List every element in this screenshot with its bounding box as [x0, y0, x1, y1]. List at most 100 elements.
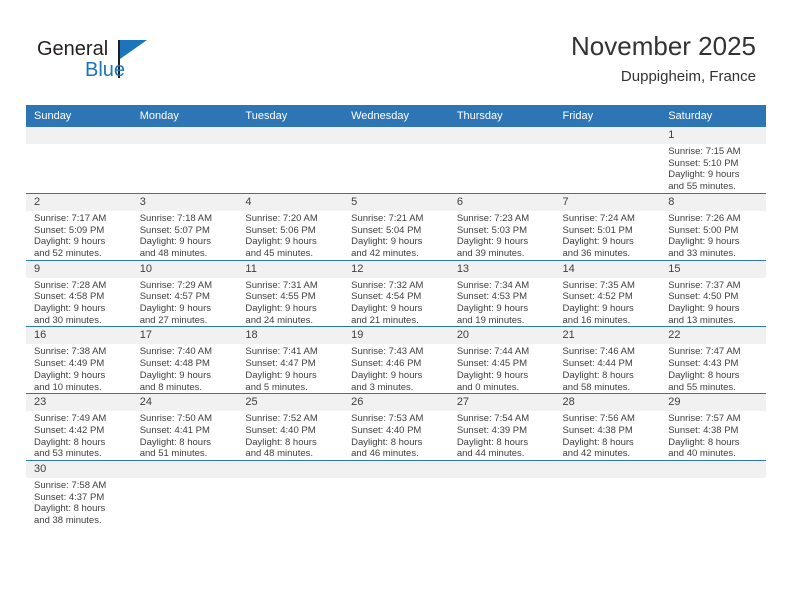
calendar-day-cell[interactable]: 8 Sunrise: 7:26 AM Sunset: 5:00 PM Daylight… — [660, 192, 766, 261]
day-detail-line: Sunrise: 7:54 AM — [456, 413, 530, 425]
day-cell-details: Sunrise: 7:43 AM Sunset: 4:46 PM Daylight:… — [343, 344, 449, 393]
calendar-day-cell[interactable]: 9 Sunrise: 7:28 AM Sunset: 4:58 PM Daylight… — [26, 259, 132, 327]
day-detail-line: and 36 minutes. — [562, 247, 631, 259]
day-detail-line: Daylight: 9 hours — [668, 169, 740, 181]
calendar-day-cell[interactable]: 4 Sunrise: 7:20 AM Sunset: 5:06 PM Daylight… — [237, 192, 344, 261]
calendar-day-cell[interactable]: 2 Sunrise: 7:17 AM Sunset: 5:09 PM Daylight… — [26, 192, 132, 261]
day-detail-line: Daylight: 9 hours — [139, 369, 211, 381]
calendar-day-cell[interactable]: 15 Sunrise: 7:37 AM Sunset: 4:50 PM Dayligh… — [660, 259, 766, 327]
day-cell-details: Sunrise: 7:26 AM Sunset: 5:00 PM Daylight:… — [660, 211, 766, 260]
calendar-day-cell[interactable]: 23 Sunrise: 7:49 AM Sunset: 4:42 PM Dayligh… — [26, 393, 132, 461]
day-cell-inner: 28 Sunrise: 7:56 AM Sunset: 4:38 PM Dayligh… — [554, 394, 661, 460]
calendar-day-cell[interactable]: 24 Sunrise: 7:50 AM Sunset: 4:41 PM Dayligh… — [131, 393, 238, 461]
day-detail-line: Sunset: 5:03 PM — [456, 224, 528, 236]
calendar-grid: Sunday Monday Tuesday Wednesday Thursday… — [26, 105, 766, 527]
calendar-week-row: 1 Sunrise: 7:15 AM Sunset: 5:10 PM Daylight… — [26, 127, 766, 194]
day-detail-line: Sunset: 4:49 PM — [34, 358, 105, 370]
day-cell-details: Sunrise: 7:49 AM Sunset: 4:42 PM Daylight:… — [26, 411, 132, 460]
day-detail-line: Daylight: 9 hours — [351, 236, 423, 248]
calendar-day-cell[interactable]: 30 Sunrise: 7:58 AM Sunset: 4:37 PM Dayligh… — [26, 460, 132, 527]
day-detail-line: Daylight: 9 hours — [456, 369, 529, 381]
day-cell-inner: 18 Sunrise: 7:41 AM Sunset: 4:47 PM Dayligh… — [237, 327, 344, 393]
day-cell-inner: 4 Sunrise: 7:20 AM Sunset: 5:06 PM Daylight… — [237, 193, 344, 260]
calendar-day-cell[interactable]: 21 Sunrise: 7:46 AM Sunset: 4:44 PM Dayligh… — [554, 326, 661, 394]
calendar-day-cell[interactable]: 26 Sunrise: 7:53 AM Sunset: 4:40 PM Dayligh… — [343, 393, 449, 461]
day-detail-line: Sunrise: 7:58 AM — [34, 480, 107, 492]
day-number: 30 — [26, 461, 132, 479]
day-detail-line: Sunset: 4:53 PM — [456, 291, 528, 303]
day-detail-line: Sunrise: 7:53 AM — [351, 413, 424, 425]
calendar-day-cell[interactable]: 19 Sunrise: 7:43 AM Sunset: 4:46 PM Dayligh… — [343, 326, 449, 394]
day-number — [237, 127, 344, 144]
day-detail-line: Daylight: 9 hours — [668, 236, 740, 248]
day-cell-inner: 13 Sunrise: 7:34 AM Sunset: 4:53 PM Dayligh… — [448, 260, 555, 327]
day-number: 26 — [343, 394, 449, 412]
day-cell-inner — [237, 461, 344, 527]
day-cell-details: Sunrise: 7:15 AM Sunset: 5:10 PM Daylight:… — [660, 144, 766, 193]
day-detail-line: Sunset: 5:09 PM — [34, 224, 105, 236]
day-detail-line: Sunset: 4:55 PM — [245, 291, 316, 303]
day-cell-details: Sunrise: 7:18 AM Sunset: 5:07 PM Daylight:… — [132, 211, 238, 260]
day-detail-line: and 53 minutes. — [34, 448, 102, 460]
calendar-day-cell[interactable]: 18 Sunrise: 7:41 AM Sunset: 4:47 PM Dayligh… — [237, 326, 344, 394]
calendar-day-cell[interactable]: 13 Sunrise: 7:34 AM Sunset: 4:53 PM Dayligh… — [448, 259, 555, 327]
day-number — [660, 461, 766, 479]
weekday-header-wednesday: Wednesday — [343, 105, 449, 127]
day-cell-details — [237, 144, 343, 146]
day-detail-line: and 21 minutes. — [351, 314, 419, 326]
calendar-empty-cell — [554, 460, 661, 527]
calendar-empty-cell — [343, 460, 449, 527]
day-detail-line: Sunset: 4:54 PM — [351, 291, 422, 303]
day-cell-details: Sunrise: 7:29 AM Sunset: 4:57 PM Daylight:… — [132, 278, 238, 327]
calendar-empty-cell — [448, 460, 555, 527]
calendar-empty-cell — [660, 460, 766, 527]
calendar-day-cell[interactable]: 16 Sunrise: 7:38 AM Sunset: 4:49 PM Dayligh… — [26, 326, 132, 394]
day-detail-line: Sunset: 4:50 PM — [668, 291, 739, 303]
day-number: 17 — [131, 327, 238, 345]
calendar-week-row: 2 Sunrise: 7:17 AM Sunset: 5:09 PM Daylight… — [26, 192, 766, 261]
calendar-day-cell[interactable]: 12 Sunrise: 7:32 AM Sunset: 4:54 PM Dayligh… — [343, 259, 449, 327]
day-number — [448, 461, 555, 479]
day-cell-inner: 19 Sunrise: 7:43 AM Sunset: 4:46 PM Dayligh… — [343, 327, 449, 393]
day-detail-line: Sunset: 5:01 PM — [562, 224, 633, 236]
day-detail-line: Sunset: 4:57 PM — [139, 291, 210, 303]
day-number — [554, 127, 661, 144]
day-detail-line: and 51 minutes. — [139, 448, 208, 460]
day-cell-inner: 11 Sunrise: 7:31 AM Sunset: 4:55 PM Dayligh… — [237, 260, 344, 327]
calendar-day-cell[interactable]: 6 Sunrise: 7:23 AM Sunset: 5:03 PM Daylight… — [448, 192, 555, 261]
day-cell-details: Sunrise: 7:37 AM Sunset: 4:50 PM Daylight:… — [660, 278, 766, 327]
day-detail-line: and 55 minutes. — [668, 381, 736, 393]
calendar-day-cell[interactable]: 25 Sunrise: 7:52 AM Sunset: 4:40 PM Dayligh… — [237, 393, 344, 461]
calendar-day-cell[interactable]: 20 Sunrise: 7:44 AM Sunset: 4:45 PM Dayligh… — [448, 326, 555, 394]
calendar-day-cell[interactable]: 22 Sunrise: 7:47 AM Sunset: 4:43 PM Dayligh… — [660, 326, 766, 394]
day-number: 12 — [343, 260, 449, 278]
day-detail-line: and 48 minutes. — [139, 247, 208, 259]
calendar-day-cell[interactable]: 14 Sunrise: 7:35 AM Sunset: 4:52 PM Dayligh… — [554, 259, 661, 327]
calendar-day-cell[interactable]: 27 Sunrise: 7:54 AM Sunset: 4:39 PM Dayligh… — [448, 393, 555, 461]
day-detail-line: Sunrise: 7:56 AM — [562, 413, 635, 425]
day-detail-line: and 52 minutes. — [34, 247, 102, 259]
calendar-day-cell[interactable]: 7 Sunrise: 7:24 AM Sunset: 5:01 PM Daylight… — [554, 192, 661, 261]
day-number: 9 — [26, 260, 132, 278]
day-detail-line: Sunrise: 7:18 AM — [139, 212, 213, 224]
day-detail-line: Sunrise: 7:29 AM — [139, 279, 213, 291]
calendar-empty-cell — [237, 460, 344, 527]
general-blue-logo[interactable]: General Blue — [37, 38, 157, 86]
day-detail-line: Sunset: 4:48 PM — [139, 358, 210, 370]
calendar-day-cell[interactable]: 5 Sunrise: 7:21 AM Sunset: 5:04 PM Daylight… — [343, 192, 449, 261]
day-cell-details — [660, 478, 766, 480]
calendar-day-cell[interactable]: 10 Sunrise: 7:29 AM Sunset: 4:57 PM Dayligh… — [131, 259, 238, 327]
calendar-day-cell[interactable]: 11 Sunrise: 7:31 AM Sunset: 4:55 PM Dayligh… — [237, 259, 344, 327]
day-cell-inner: 25 Sunrise: 7:52 AM Sunset: 4:40 PM Dayligh… — [237, 394, 344, 460]
calendar-empty-cell — [343, 127, 449, 194]
day-number — [237, 461, 344, 479]
day-detail-line: and 30 minutes. — [34, 314, 102, 326]
calendar-day-cell[interactable]: 17 Sunrise: 7:40 AM Sunset: 4:48 PM Dayligh… — [131, 326, 238, 394]
day-detail-line: and 40 minutes. — [668, 448, 736, 460]
calendar-day-cell[interactable]: 1 Sunrise: 7:15 AM Sunset: 5:10 PM Daylight… — [660, 127, 766, 194]
calendar-day-cell[interactable]: 28 Sunrise: 7:56 AM Sunset: 4:38 PM Dayligh… — [554, 393, 661, 461]
day-detail-line: Sunrise: 7:37 AM — [668, 279, 741, 291]
day-cell-inner: 27 Sunrise: 7:54 AM Sunset: 4:39 PM Dayligh… — [448, 394, 555, 460]
calendar-day-cell[interactable]: 29 Sunrise: 7:57 AM Sunset: 4:38 PM Dayligh… — [660, 393, 766, 461]
calendar-day-cell[interactable]: 3 Sunrise: 7:18 AM Sunset: 5:07 PM Daylight… — [131, 192, 238, 261]
